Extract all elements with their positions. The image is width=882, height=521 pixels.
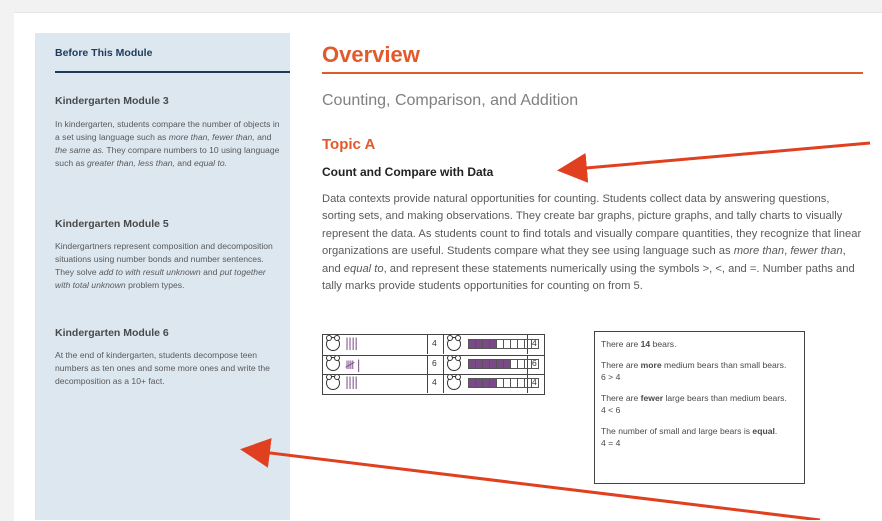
arrow-to-sidebar xyxy=(240,438,821,520)
annotation-arrows xyxy=(240,141,871,520)
arrow-to-topic xyxy=(557,141,871,183)
